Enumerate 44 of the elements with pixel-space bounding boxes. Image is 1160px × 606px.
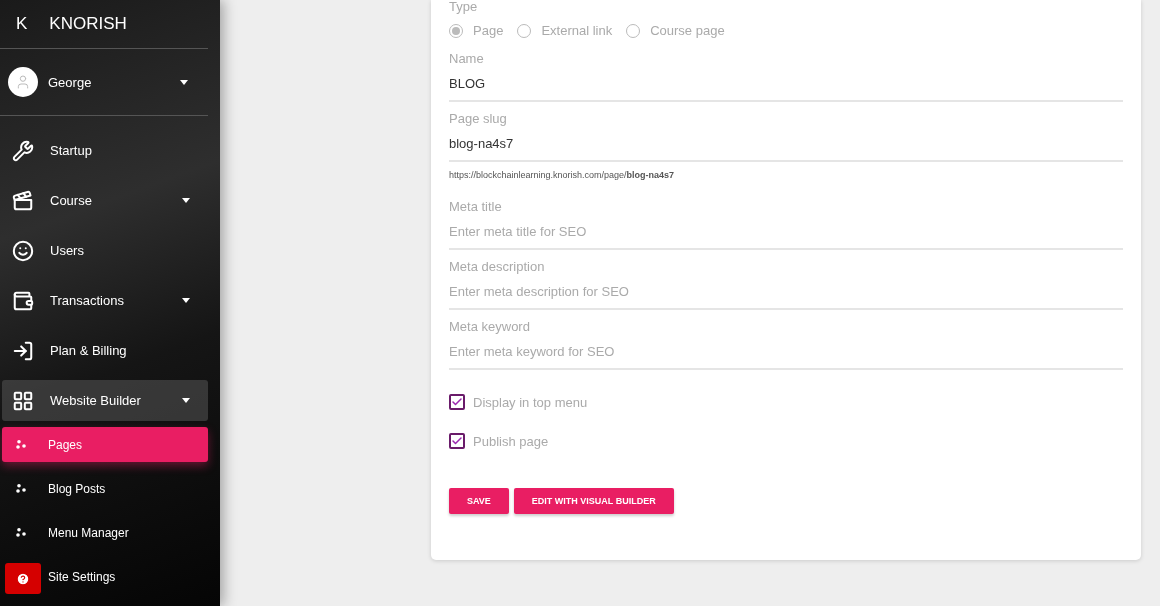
sidebar-item[interactable]: Course	[2, 180, 208, 221]
field-label: Meta description	[449, 260, 546, 274]
check-icon	[451, 435, 463, 447]
sidebar-item[interactable]: Users	[2, 230, 208, 271]
brand-name: KNORISH	[49, 14, 127, 34]
checkbox[interactable]	[449, 394, 465, 410]
dots-icon	[16, 440, 26, 449]
field-label: Meta keyword	[449, 320, 531, 334]
sidebar-item[interactable]: Plan & Billing	[2, 330, 208, 371]
sidebar-subitem[interactable]: Pages	[2, 427, 208, 462]
sidebar-subitem[interactable]: Menu Manager	[2, 515, 208, 550]
field-label: Meta title	[449, 200, 503, 214]
action-button[interactable]: EDIT WITH VISUAL BUILDER	[513, 488, 674, 514]
field-label: Type	[449, 0, 479, 14]
sidebar-subitem[interactable]: Site Settings	[2, 559, 208, 594]
dots-icon	[16, 484, 26, 493]
user-name[interactable]: George	[48, 74, 92, 90]
logo-letter: K	[16, 14, 28, 34]
checkbox-label: Publish page	[473, 433, 549, 449]
caret-icon	[180, 79, 188, 85]
checkbox-label: Display in top menu	[473, 394, 588, 410]
login-icon	[12, 339, 34, 362]
check-icon	[451, 396, 463, 408]
field-label: Page slug	[449, 112, 508, 126]
sidebar-item[interactable]: Startup	[2, 130, 208, 171]
sidebar-item[interactable]: Transactions	[2, 280, 208, 321]
video-case-icon	[12, 189, 34, 212]
wallet-icon	[12, 289, 34, 312]
grid-icon	[12, 389, 34, 412]
field-label: Name	[449, 52, 485, 66]
avatar	[8, 67, 38, 97]
help-button[interactable]	[5, 563, 41, 594]
radio-label: External link	[541, 23, 613, 38]
checkbox[interactable]	[449, 433, 465, 449]
sidebar-subitem[interactable]: Blog Posts	[2, 471, 208, 506]
action-button[interactable]: SAVE	[449, 488, 509, 514]
face-icon	[12, 239, 34, 262]
page-url: https://blockchainlearning.knorish.com/page/blog-na4s7	[449, 170, 676, 180]
radio-label: Course page	[650, 23, 725, 38]
radio-label: Page	[473, 23, 504, 38]
dots-icon	[16, 528, 26, 537]
help-icon	[16, 571, 30, 586]
sidebar-item[interactable]: Website Builder	[2, 380, 208, 421]
wrench-icon	[12, 139, 34, 162]
